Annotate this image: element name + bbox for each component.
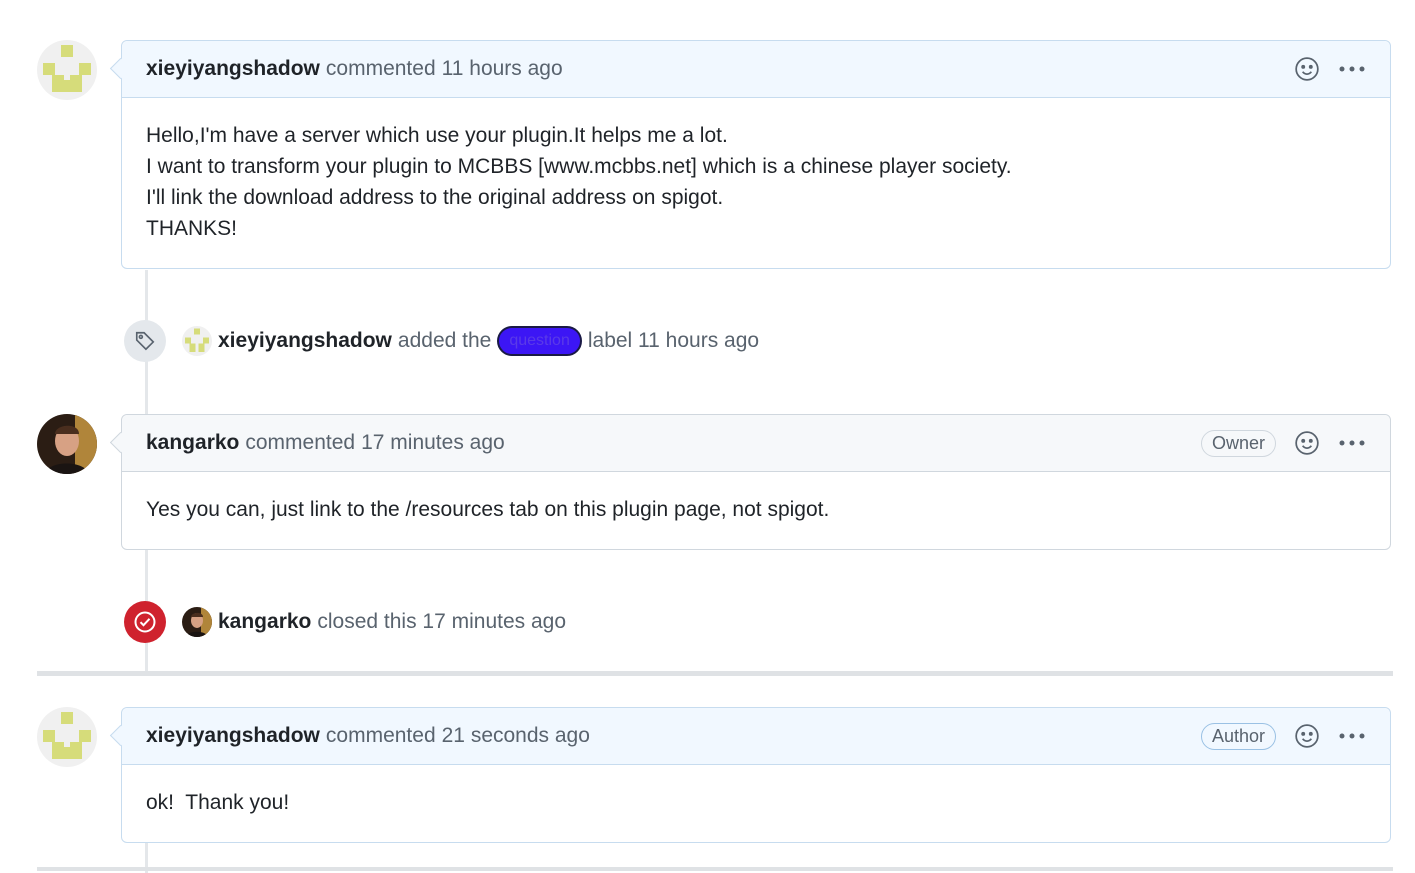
comment-time[interactable]: 11 hours ago <box>442 57 563 81</box>
comment-line: I want to transform your plugin to MCBBS… <box>146 155 1012 178</box>
comment-body: Hello,I'm have a server which use your p… <box>122 98 1390 268</box>
comment-line: ok! Thank you! <box>146 791 290 814</box>
event-actor[interactable]: xieyiyangshadow <box>218 329 392 353</box>
comment-author[interactable]: xieyiyangshadow <box>146 57 320 81</box>
comment-header: xieyiyangshadow commented 21 seconds ago… <box>122 708 1390 765</box>
smiley-icon[interactable] <box>1294 723 1320 749</box>
comment-3: xieyiyangshadow commented 21 seconds ago… <box>121 707 1391 843</box>
avatar-xieyiyangshadow[interactable] <box>37 707 97 767</box>
comment-action: commented <box>325 57 436 80</box>
owner-badge: Owner <box>1200 429 1276 457</box>
avatar-kangarko[interactable] <box>37 414 97 474</box>
comment-line: I'll link the download address to the or… <box>146 186 724 209</box>
comment-body: Yes you can, just link to the /resources… <box>122 472 1390 549</box>
comment-header: kangarko commented 17 minutes ago Owner <box>122 415 1390 472</box>
comment-author[interactable]: kangarko <box>146 431 239 455</box>
comment-header: xieyiyangshadow commented 11 hours ago <box>122 41 1390 98</box>
comment-2: kangarko commented 17 minutes ago Owner … <box>121 414 1391 550</box>
tag-icon <box>124 320 166 362</box>
comment-line: Hello,I'm have a server which use your p… <box>146 124 728 147</box>
comment-time[interactable]: 17 minutes ago <box>361 431 505 455</box>
kebab-horizontal-icon[interactable] <box>1338 439 1366 447</box>
event-text: closed this 17 minutes ago <box>317 610 567 633</box>
label-question[interactable]: question <box>497 326 582 356</box>
kebab-horizontal-icon[interactable] <box>1338 65 1366 73</box>
kebab-horizontal-icon[interactable] <box>1338 732 1366 740</box>
comment-body: ok! Thank you! <box>122 765 1390 842</box>
comment-line: THANKS! <box>146 217 238 240</box>
smiley-icon[interactable] <box>1294 430 1320 456</box>
timeline-separator <box>37 867 1393 871</box>
closed-event: kangarko closed this 17 minutes ago <box>124 601 566 643</box>
avatar-xieyiyangshadow[interactable] <box>37 40 97 100</box>
label-event: xieyiyangshadow added the question label… <box>124 320 759 362</box>
comment-action: commented <box>245 431 356 454</box>
event-text: label 11 hours ago <box>587 329 760 352</box>
smiley-icon[interactable] <box>1294 56 1320 82</box>
event-actor[interactable]: kangarko <box>218 610 311 634</box>
check-circle-icon <box>124 601 166 643</box>
timeline-separator <box>37 671 1393 676</box>
comment-time[interactable]: 21 seconds ago <box>442 724 590 748</box>
comment-action: commented <box>325 724 436 747</box>
author-badge: Author <box>1200 722 1276 750</box>
comment-author[interactable]: xieyiyangshadow <box>146 724 320 748</box>
event-text: added the <box>397 329 492 352</box>
comment-line: Yes you can, just link to the /resources… <box>146 498 830 521</box>
comment-1: xieyiyangshadow commented 11 hours ago H… <box>121 40 1391 269</box>
avatar-kangarko[interactable] <box>182 607 212 637</box>
avatar-xieyiyangshadow[interactable] <box>182 326 212 356</box>
